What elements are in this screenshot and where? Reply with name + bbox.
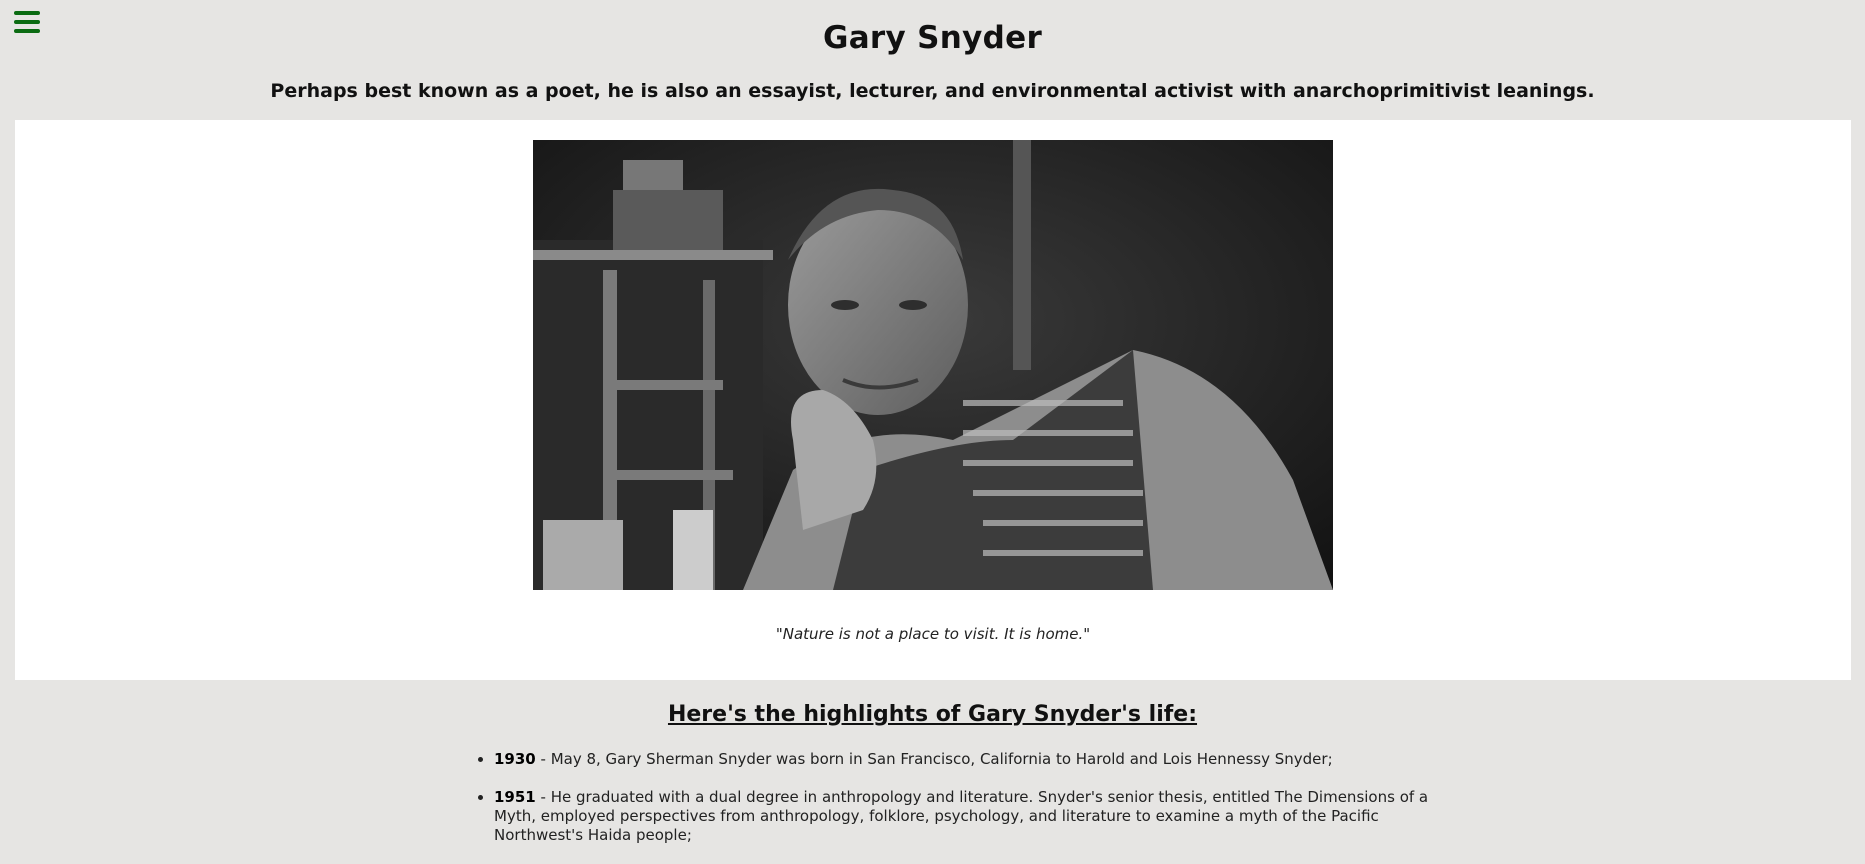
highlights-list: 1930 - May 8, Gary Sherman Snyder was bo… bbox=[474, 750, 1434, 864]
photo-caption-quote: "Nature is not a place to visit. It is h… bbox=[775, 625, 1091, 643]
list-item: 1951 - He graduated with a dual degree i… bbox=[494, 788, 1434, 845]
timeline-year: 1930 bbox=[494, 750, 536, 768]
menu-bar-top bbox=[14, 11, 40, 15]
page-title: Gary Snyder bbox=[822, 20, 1043, 56]
timeline-year: 1951 bbox=[494, 788, 536, 806]
timeline-text: - May 8, Gary Sherman Snyder was born in… bbox=[535, 750, 1333, 768]
highlights-heading: Here's the highlights of Gary Snyder's l… bbox=[667, 702, 1198, 727]
portrait-photo-graphic bbox=[533, 140, 1333, 590]
page-subtitle: Perhaps best known as a poet, he is also… bbox=[270, 80, 1595, 102]
image-panel: "Nature is not a place to visit. It is h… bbox=[15, 120, 1851, 680]
timeline-text: - He graduated with a dual degree in ant… bbox=[494, 788, 1429, 844]
list-item: 1930 - May 8, Gary Sherman Snyder was bo… bbox=[494, 750, 1434, 769]
portrait-photo bbox=[533, 140, 1333, 590]
